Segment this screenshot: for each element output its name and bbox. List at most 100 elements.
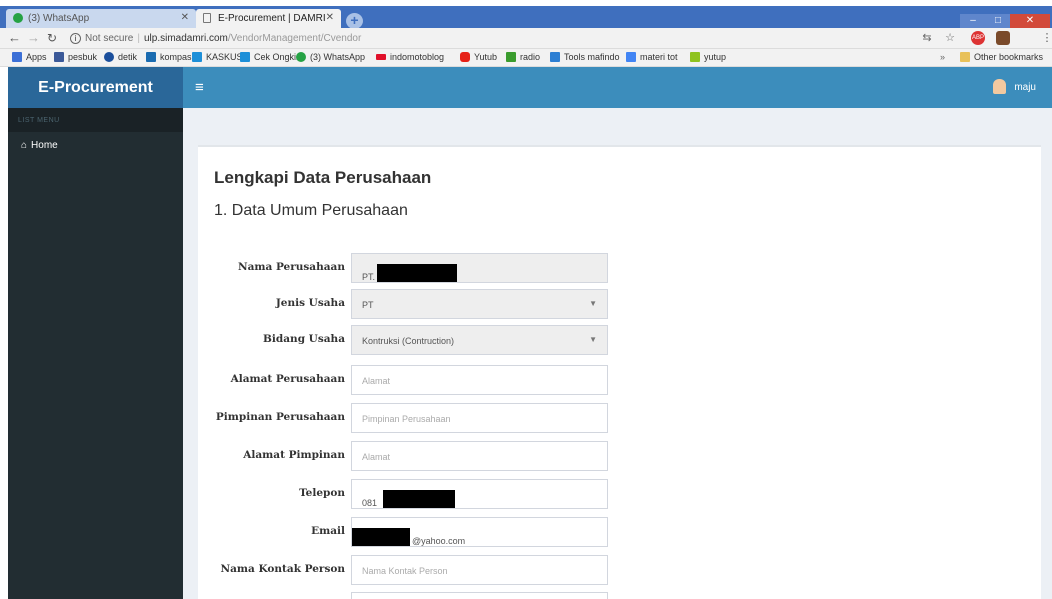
bookmark-yutup[interactable]: yutup (690, 52, 726, 62)
close-icon[interactable]: ✕ (326, 12, 334, 23)
field-label: Alamat Pimpinan (243, 449, 345, 461)
bookmark-cek-ongkir[interactable]: Cek Ongkir (240, 52, 299, 62)
pimpinan-perusahaan-field[interactable]: Pimpinan Perusahaan (351, 403, 608, 433)
star-icon[interactable]: ☆ (943, 31, 957, 45)
detik-icon (104, 52, 114, 62)
form-row-alamat-perusahaan: Alamat Perusahaan Alamat (198, 365, 1041, 395)
close-window-button[interactable]: ✕ (1010, 14, 1050, 28)
top-navbar: ≡ maju (183, 67, 1052, 108)
field-label: Nama Kontak Person (220, 563, 345, 575)
bookmark-label: Apps (26, 52, 47, 62)
bookmark-apps[interactable]: Apps (12, 52, 47, 62)
bookmark-pesbuk[interactable]: pesbuk (54, 52, 97, 62)
tab-whatsapp[interactable]: (3) WhatsApp ✕ (6, 9, 196, 28)
bookmark-label: Tools mafindo (564, 52, 620, 62)
bookmark-yutub[interactable]: Yutub (460, 52, 497, 62)
app-brand[interactable]: E-Procurement (8, 67, 183, 108)
adblock-icon[interactable]: ABP (971, 31, 985, 45)
page-icon (203, 13, 211, 23)
bookmark-kaskus[interactable]: KASKUS (192, 52, 243, 62)
facebook-icon (54, 52, 64, 62)
translate-icon[interactable]: ⇆ (920, 31, 934, 45)
yutup-icon (690, 52, 700, 62)
bookmark-label: yutup (704, 52, 727, 62)
field-label: Alamat Perusahaan (230, 373, 345, 385)
next-field[interactable] (351, 592, 608, 599)
bookmark-other[interactable]: Other bookmarks (960, 52, 1043, 62)
info-icon[interactable]: i (70, 32, 81, 44)
bookmark-label: radio (520, 52, 541, 62)
form-row-bidang-usaha: Bidang Usaha Kontruksi (Contruction) ▼ (198, 325, 1041, 355)
field-value: PT. (362, 272, 376, 282)
bookmark-label: indomotoblog (390, 52, 445, 62)
sidebar-item-home[interactable]: ⌂ Home (8, 132, 183, 160)
more-bookmarks-button[interactable]: » (940, 52, 945, 62)
form-row-nama-kontak-person: Nama Kontak Person Nama Kontak Person (198, 555, 1041, 585)
maximize-button[interactable]: □ (986, 14, 1010, 28)
bookmark-detik[interactable]: detik (104, 52, 137, 62)
alamat-perusahaan-field[interactable]: Alamat (351, 365, 608, 395)
bidang-usaha-select[interactable]: Kontruksi (Contruction) ▼ (351, 325, 608, 355)
nama-perusahaan-field[interactable]: PT. (351, 253, 608, 283)
menu-icon[interactable]: ⋮ (1040, 31, 1052, 45)
field-label: Email (311, 525, 345, 537)
bookmark-label: KASKUS (206, 52, 243, 62)
tab-e-procurement[interactable]: E-Procurement | DAMRI ✕ (196, 9, 341, 28)
bookmark-kompas[interactable]: kompas (146, 52, 192, 62)
url-field[interactable]: i Not secure | ulp.simadamri.com/VendorMana… (70, 30, 920, 47)
user-avatar-icon (993, 79, 1007, 94)
form-row-jenis-usaha: Jenis Usaha PT ▼ (198, 289, 1041, 319)
cek-ongkir-icon (240, 52, 250, 62)
indomotoblog-icon (376, 54, 386, 60)
bookmark-materi-tot[interactable]: materi tot (626, 52, 678, 62)
docs-icon (626, 52, 636, 62)
nama-kontak-person-field[interactable]: Nama Kontak Person (351, 555, 608, 585)
bookmark-indomotoblog[interactable]: indomotoblog (376, 52, 444, 62)
email-field[interactable]: @yahoo.com (351, 517, 608, 547)
hamburger-icon[interactable]: ≡ (195, 79, 204, 96)
youtube-icon (460, 52, 470, 62)
bookmark-label: Cek Ongkir (254, 52, 300, 62)
sidebar-header: LIST MENU (8, 108, 183, 132)
extension-icon[interactable] (996, 31, 1010, 45)
kompas-icon (146, 52, 156, 62)
tab-title: (3) WhatsApp (28, 13, 90, 24)
url-separator: | (137, 33, 140, 44)
bookmark-label: materi tot (640, 52, 678, 62)
bookmarks-bar: Apps pesbuk detik kompas KASKUS Cek Ongk… (0, 49, 1052, 67)
field-value: PT (362, 300, 374, 310)
field-label: Nama Perusahaan (237, 261, 345, 273)
section-title: 1. Data Umum Perusahaan (214, 202, 408, 219)
form-row-next (198, 592, 1041, 599)
alamat-pimpinan-field[interactable]: Alamat (351, 441, 608, 471)
jenis-usaha-select[interactable]: PT ▼ (351, 289, 608, 319)
new-tab-button[interactable]: + (346, 13, 363, 29)
redaction-block (383, 490, 456, 508)
field-label: Jenis Usaha (275, 297, 345, 309)
field-placeholder: Nama Kontak Person (362, 566, 448, 576)
tools-icon (550, 52, 560, 62)
security-label: Not secure (85, 33, 134, 44)
forward-button[interactable]: → (27, 30, 40, 45)
chevron-down-icon: ▼ (589, 335, 597, 344)
home-icon: ⌂ (21, 140, 28, 151)
back-button[interactable]: ← (8, 30, 21, 45)
bookmark-tools-mafindo[interactable]: Tools mafindo (550, 52, 620, 62)
bookmark-radio[interactable]: radio (506, 52, 540, 62)
telepon-field[interactable]: 081 (351, 479, 608, 509)
close-icon[interactable]: ✕ (181, 12, 189, 23)
sidebar: LIST MENU ⌂ Home (8, 108, 183, 599)
form-row-nama-perusahaan: Nama Perusahaan PT. (198, 253, 1041, 283)
url-host: ulp.simadamri.com (143, 33, 228, 44)
bookmark-label: Other bookmarks (974, 52, 1044, 62)
sidebar-item-label: Home (31, 140, 58, 151)
form-row-pimpinan-perusahaan: Pimpinan Perusahaan Pimpinan Perusahaan (198, 403, 1041, 433)
field-placeholder: Alamat (362, 452, 391, 462)
bookmark-whatsapp[interactable]: (3) WhatsApp (296, 52, 365, 62)
redaction-block (352, 528, 410, 546)
minimize-button[interactable]: – (960, 14, 986, 28)
redaction-block (377, 264, 458, 282)
reload-button[interactable]: ↻ (47, 31, 57, 45)
user-menu[interactable]: maju (993, 79, 1036, 94)
bookmark-label: (3) WhatsApp (310, 52, 366, 62)
